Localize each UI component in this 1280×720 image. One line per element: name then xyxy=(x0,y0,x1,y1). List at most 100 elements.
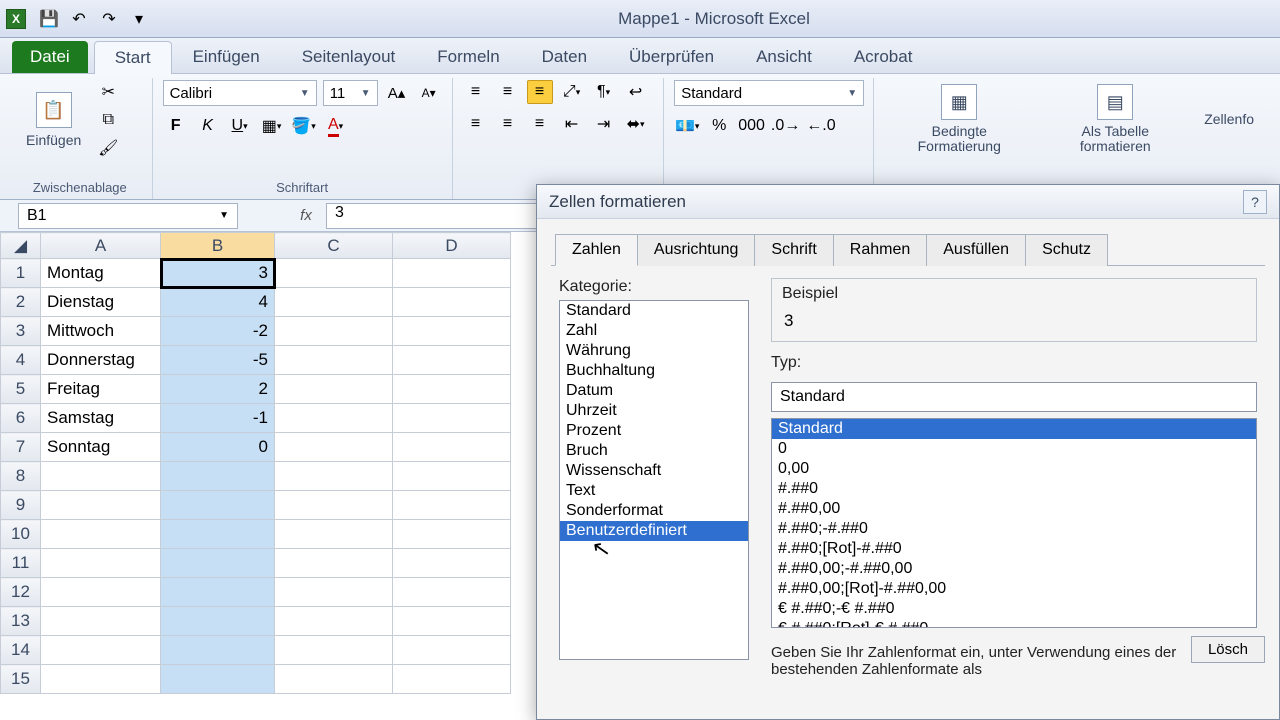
tab-layout[interactable]: Seitenlayout xyxy=(281,40,417,73)
tab-file[interactable]: Datei xyxy=(12,41,88,73)
cell[interactable] xyxy=(41,462,161,491)
format-listbox[interactable]: Standard00,00#.##0#.##0,00#.##0;-#.##0#.… xyxy=(771,418,1257,628)
cell[interactable] xyxy=(393,346,511,375)
category-item[interactable]: Prozent xyxy=(560,421,748,441)
increase-decimal-button[interactable]: .0→ xyxy=(771,114,800,138)
cell[interactable]: 4 xyxy=(161,288,275,317)
format-painter-button[interactable]: 🖌 xyxy=(95,136,121,160)
row-header[interactable]: 3 xyxy=(1,317,41,346)
font-color-button[interactable]: A▾ xyxy=(323,114,349,138)
cell[interactable] xyxy=(41,665,161,694)
cell[interactable] xyxy=(275,259,393,288)
cell[interactable] xyxy=(393,404,511,433)
cell[interactable] xyxy=(393,607,511,636)
decrease-indent-button[interactable]: ⇤ xyxy=(559,112,585,136)
decrease-font-button[interactable]: A▾ xyxy=(416,81,442,105)
cell[interactable]: Donnerstag xyxy=(41,346,161,375)
category-item[interactable]: Standard xyxy=(560,301,748,321)
format-item[interactable]: #.##0;[Rot]-#.##0 xyxy=(772,539,1256,559)
cell[interactable] xyxy=(393,665,511,694)
save-button[interactable]: 💾 xyxy=(35,7,63,31)
tab-data[interactable]: Daten xyxy=(521,40,608,73)
cell[interactable] xyxy=(275,636,393,665)
format-item[interactable]: #.##0;-#.##0 xyxy=(772,519,1256,539)
cell[interactable] xyxy=(393,433,511,462)
cell[interactable] xyxy=(393,375,511,404)
cell[interactable] xyxy=(275,491,393,520)
cut-button[interactable]: ✂ xyxy=(95,80,121,104)
orientation-button[interactable]: ⤢▾ xyxy=(559,80,585,104)
align-left-button[interactable]: ≡ xyxy=(463,112,489,136)
fill-color-button[interactable]: 🪣▾ xyxy=(291,114,317,138)
align-top-button[interactable]: ≡ xyxy=(463,80,489,104)
cell[interactable] xyxy=(161,578,275,607)
tab-review[interactable]: Überprüfen xyxy=(608,40,735,73)
row-header[interactable]: 15 xyxy=(1,665,41,694)
increase-indent-button[interactable]: ⇥ xyxy=(591,112,617,136)
text-direction-button[interactable]: ¶▾ xyxy=(591,80,617,104)
column-header-D[interactable]: D xyxy=(393,233,511,259)
cell[interactable]: Samstag xyxy=(41,404,161,433)
font-size-combo[interactable]: 11▼ xyxy=(323,80,378,106)
format-item[interactable]: 0 xyxy=(772,439,1256,459)
row-header[interactable]: 7 xyxy=(1,433,41,462)
cell[interactable]: 3 xyxy=(161,259,275,288)
delete-button[interactable]: Lösch xyxy=(1191,636,1265,663)
category-item[interactable]: Sonderformat xyxy=(560,501,748,521)
column-header-B[interactable]: B xyxy=(161,233,275,259)
category-item[interactable]: Bruch xyxy=(560,441,748,461)
format-as-table-button[interactable]: ▤ Als Tabelle formatieren xyxy=(1040,80,1190,159)
category-item[interactable]: Wissenschaft xyxy=(560,461,748,481)
column-header-C[interactable]: C xyxy=(275,233,393,259)
cell[interactable] xyxy=(41,520,161,549)
format-item[interactable]: € #.##0;[Rot]-€ #.##0 xyxy=(772,619,1256,628)
select-all-corner[interactable]: ◢ xyxy=(1,233,41,259)
cell[interactable] xyxy=(275,520,393,549)
dialog-tab-font[interactable]: Schrift xyxy=(754,234,833,266)
cell[interactable] xyxy=(161,636,275,665)
fx-icon[interactable]: fx xyxy=(294,207,318,224)
row-header[interactable]: 11 xyxy=(1,549,41,578)
copy-button[interactable]: ⧉ xyxy=(95,108,121,132)
align-bottom-button[interactable]: ≡ xyxy=(527,80,553,104)
dialog-tab-protection[interactable]: Schutz xyxy=(1025,234,1108,266)
paste-button[interactable]: 📋 Einfügen xyxy=(18,88,89,152)
tab-insert[interactable]: Einfügen xyxy=(172,40,281,73)
tab-formulas[interactable]: Formeln xyxy=(416,40,520,73)
underline-button[interactable]: U▾ xyxy=(227,114,253,138)
conditional-formatting-button[interactable]: ▦ Bedingte Formatierung xyxy=(884,80,1034,159)
format-item[interactable]: Standard xyxy=(772,419,1256,439)
dialog-tab-border[interactable]: Rahmen xyxy=(833,234,927,266)
cell[interactable] xyxy=(161,665,275,694)
category-item[interactable]: Buchhaltung xyxy=(560,361,748,381)
category-item[interactable]: Uhrzeit xyxy=(560,401,748,421)
row-header[interactable]: 10 xyxy=(1,520,41,549)
number-format-combo[interactable]: Standard▼ xyxy=(674,80,864,106)
borders-button[interactable]: ▦▾ xyxy=(259,114,285,138)
row-header[interactable]: 2 xyxy=(1,288,41,317)
cell[interactable]: Sonntag xyxy=(41,433,161,462)
cell[interactable]: 2 xyxy=(161,375,275,404)
cell[interactable] xyxy=(275,433,393,462)
cell[interactable] xyxy=(275,549,393,578)
row-header[interactable]: 5 xyxy=(1,375,41,404)
bold-button[interactable]: F xyxy=(163,114,189,138)
dialog-tab-fill[interactable]: Ausfüllen xyxy=(926,234,1026,266)
dialog-tab-number[interactable]: Zahlen xyxy=(555,234,638,266)
cell[interactable] xyxy=(393,578,511,607)
cell[interactable] xyxy=(41,549,161,578)
cell[interactable] xyxy=(275,404,393,433)
row-header[interactable]: 12 xyxy=(1,578,41,607)
cell[interactable]: -5 xyxy=(161,346,275,375)
cell[interactable] xyxy=(393,636,511,665)
category-item[interactable]: Währung xyxy=(560,341,748,361)
cell[interactable]: Dienstag xyxy=(41,288,161,317)
cell[interactable] xyxy=(393,462,511,491)
cell[interactable]: -2 xyxy=(161,317,275,346)
tab-view[interactable]: Ansicht xyxy=(735,40,833,73)
cell[interactable] xyxy=(393,259,511,288)
increase-font-button[interactable]: A▴ xyxy=(384,81,410,105)
cell[interactable] xyxy=(161,462,275,491)
category-item[interactable]: Zahl xyxy=(560,321,748,341)
comma-button[interactable]: 000 xyxy=(738,114,765,138)
